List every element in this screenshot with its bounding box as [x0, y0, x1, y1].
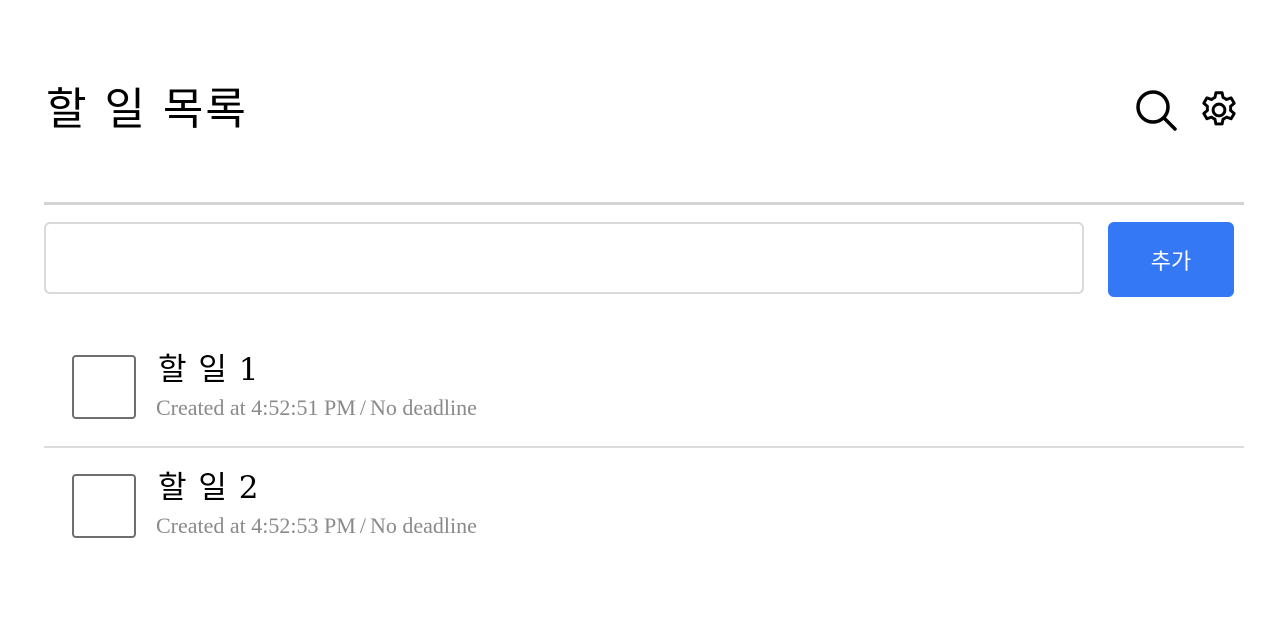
header-divider [44, 202, 1244, 205]
gear-icon [1197, 88, 1241, 137]
task-item: 할 일 1 Created at 4:52:51 PM / No deadline [44, 328, 1244, 446]
add-task-form: 추가 [44, 222, 1234, 297]
task-title: 할 일 1 [158, 352, 260, 388]
task-meta: Created at 4:52:53 PM / No deadline [156, 512, 477, 540]
task-meta: Created at 4:52:51 PM / No deadline [156, 394, 477, 422]
meta-separator: / [359, 513, 366, 538]
page-title: 할 일 목록 [46, 84, 248, 135]
meta-separator: / [359, 395, 366, 420]
task-input[interactable] [44, 222, 1084, 294]
todo-app: 할 일 목록 추가 할 일 1 Created at 4:52:51 PM / … [0, 0, 1288, 639]
header: 할 일 목록 [44, 78, 1244, 142]
task-item: 할 일 2 Created at 4:52:53 PM / No deadline [44, 446, 1244, 563]
search-icon [1134, 88, 1178, 137]
settings-button[interactable] [1197, 90, 1241, 134]
task-created: Created at 4:52:51 PM [156, 395, 356, 420]
task-checkbox[interactable] [72, 474, 136, 538]
task-title: 할 일 2 [158, 470, 260, 506]
task-list: 할 일 1 Created at 4:52:51 PM / No deadline … [44, 328, 1244, 563]
task-checkbox[interactable] [72, 355, 136, 419]
search-button[interactable] [1134, 88, 1178, 137]
task-created: Created at 4:52:53 PM [156, 513, 356, 538]
task-deadline: No deadline [369, 513, 477, 538]
task-deadline: No deadline [369, 395, 477, 420]
add-button[interactable]: 추가 [1108, 222, 1234, 297]
